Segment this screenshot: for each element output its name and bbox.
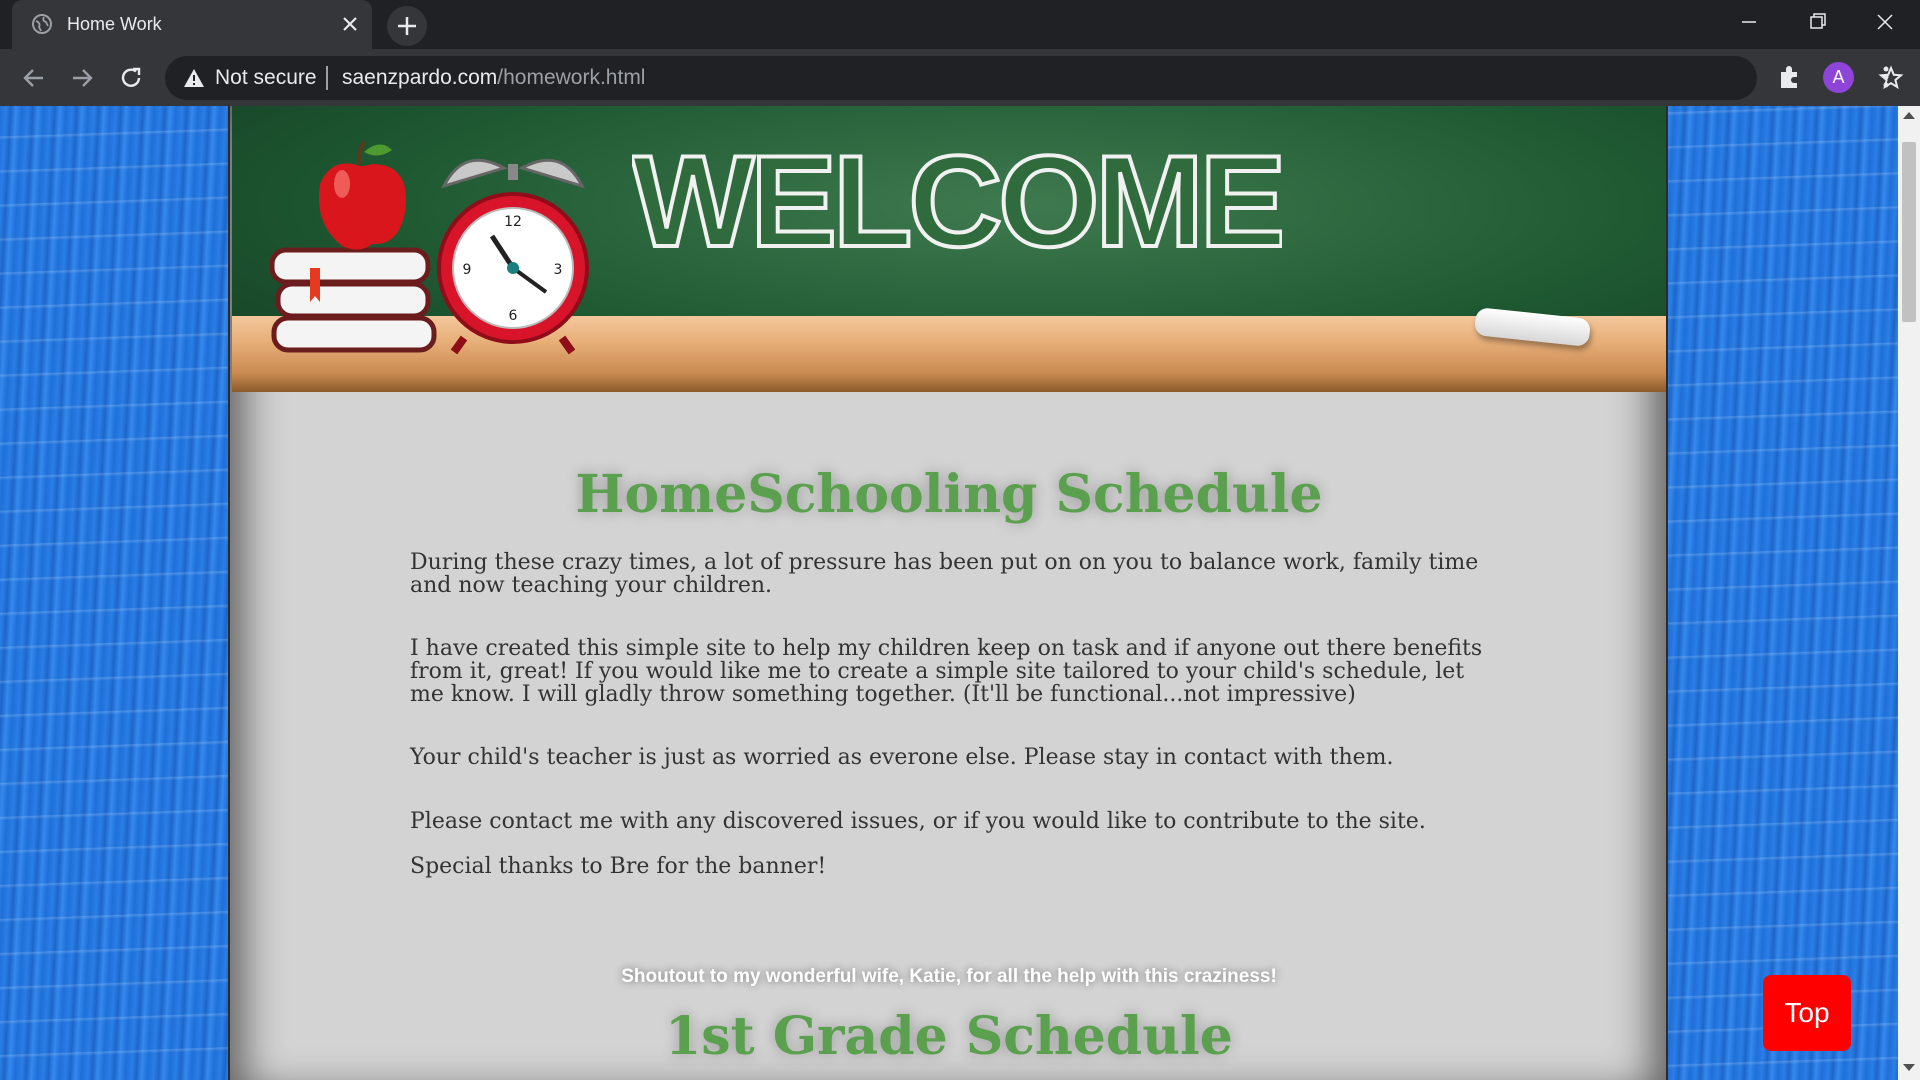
books-illustration (270, 247, 437, 353)
contact-paragraph: Please contact me with any discovered is… (410, 809, 1426, 834)
avatar[interactable]: A (1823, 62, 1854, 93)
url-path: /homework.html (497, 66, 646, 89)
apple-illustration (318, 140, 407, 250)
site-purpose-paragraph: I have created this simple site to help … (410, 636, 1483, 707)
welcome-headline: WELCOME (632, 136, 1282, 266)
close-icon[interactable] (338, 12, 362, 36)
tab-strip: Home Work (0, 0, 1920, 49)
separator (326, 66, 328, 90)
welcome-banner: WELCOME 12 3 6 9 (232, 106, 1666, 392)
welcome-chalk-text: WELCOME (632, 136, 1282, 266)
menu-dots-icon[interactable] (1876, 62, 1896, 92)
thanks-paragraph: Special thanks to Bre for the banner! (410, 854, 827, 879)
globe-icon (32, 14, 52, 34)
puzzle-icon[interactable] (1776, 63, 1804, 91)
svg-text:9: 9 (463, 262, 472, 278)
section-title: 1st Grade Schedule (665, 1006, 1233, 1067)
security-label[interactable]: Not secure (215, 66, 317, 90)
scroll-up-icon[interactable] (1903, 112, 1915, 119)
page-scrollbar[interactable] (1898, 106, 1920, 1080)
intro-paragraph: During these crazy times, a lot of press… (410, 550, 1479, 598)
browser-toolbar: Not secure saenzpardo.com/homework.html … (0, 49, 1920, 106)
page-title: HomeSchooling Schedule (575, 464, 1323, 525)
scroll-thumb[interactable] (1902, 142, 1916, 322)
top-button[interactable]: Top (1763, 975, 1851, 1051)
shoutout-text: Shoutout to my wonderful wife, Katie, fo… (621, 966, 1277, 987)
page-viewport: WELCOME 12 3 6 9 HomeSchooling Schedule … (0, 106, 1898, 1080)
address-bar[interactable]: Not secure saenzpardo.com/homework.html (165, 56, 1904, 100)
warning-icon[interactable] (183, 67, 205, 89)
svg-text:12: 12 (504, 214, 522, 230)
url-host: saenzpardo.com (342, 66, 498, 89)
minimize-icon[interactable] (1715, 0, 1783, 45)
window-close-icon[interactable] (1851, 0, 1919, 45)
maximize-icon[interactable] (1783, 0, 1851, 45)
tab-title: Home Work (67, 14, 162, 34)
plus-icon[interactable] (387, 6, 427, 46)
svg-text:6: 6 (509, 308, 518, 324)
url-text[interactable]: saenzpardo.com/homework.html (342, 66, 645, 90)
back-arrow-icon[interactable] (15, 59, 53, 97)
forward-arrow-icon[interactable] (63, 59, 101, 97)
alarm-clock-illustration: 12 3 6 9 (437, 158, 589, 355)
svg-text:3: 3 (554, 262, 563, 278)
browser-tab[interactable]: Home Work (12, 0, 372, 49)
reload-icon[interactable] (112, 59, 150, 97)
scroll-down-icon[interactable] (1903, 1064, 1915, 1071)
teacher-paragraph: Your child's teacher is just as worried … (410, 745, 1394, 770)
